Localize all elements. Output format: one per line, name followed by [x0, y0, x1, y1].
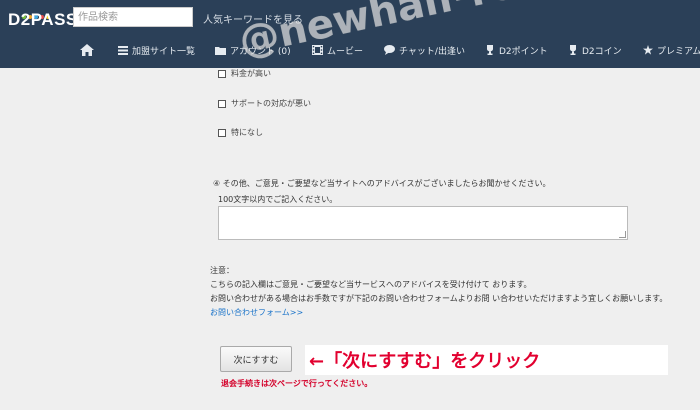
nav-sites-label: 加盟サイト一覧 — [132, 46, 196, 57]
note-line-2: お問い合わせがある場合はお手数ですが下記のお問い合わせフォームよりお問 い合わせ… — [210, 294, 668, 303]
question-4: ④ その他、ご意見・ご要望など当サイトへのアドバイスがございましたらお聞かせくだ… — [213, 179, 551, 188]
film-icon — [312, 45, 323, 55]
checkbox-none[interactable]: 特になし — [218, 127, 263, 138]
nav-movie-label: ムービー — [327, 46, 364, 57]
nav-chat-label: チャット/出逢い — [399, 46, 465, 57]
chat-icon — [384, 45, 395, 55]
nav-d2coin-label: D2コイン — [582, 46, 622, 57]
nav-account-label: アカウント (0) — [230, 46, 291, 57]
trophy-icon — [487, 45, 493, 55]
star-icon — [643, 45, 653, 55]
resize-handle-icon[interactable] — [619, 231, 626, 238]
nav-premium[interactable]: プレミアム — [643, 40, 700, 60]
checkbox-label: 料金が高い — [231, 69, 271, 78]
trophy-icon — [570, 45, 576, 55]
home-icon — [80, 44, 94, 56]
site-logo[interactable]: D2PASS — [8, 10, 78, 30]
checkbox[interactable] — [218, 99, 226, 108]
nav-account[interactable]: アカウント (0) — [215, 40, 291, 60]
checkbox-expensive[interactable]: 料金が高い — [218, 68, 271, 79]
main-nav: 加盟サイト一覧 アカウント (0) ムービー チャット/出逢い D2ポイント D… — [0, 40, 700, 60]
contact-form-link[interactable]: お問い合わせフォーム>> — [210, 307, 303, 318]
nav-movie[interactable]: ムービー — [312, 40, 363, 60]
search-input[interactable] — [73, 7, 193, 27]
nav-premium-label: プレミアム — [657, 46, 700, 57]
nav-d2coin[interactable]: D2コイン — [568, 40, 622, 60]
nav-chat[interactable]: チャット/出逢い — [384, 40, 465, 60]
annotation-callout: ←「次にすすむ」をクリック — [305, 345, 668, 375]
nav-sites[interactable]: 加盟サイト一覧 — [118, 40, 195, 60]
folder-icon — [215, 46, 226, 55]
feedback-textarea[interactable] — [218, 206, 628, 240]
checkbox-bad-support[interactable]: サポートの対応が悪い — [218, 98, 311, 109]
popular-keywords-link[interactable]: 人気キーワードを見る — [203, 11, 303, 26]
checkbox[interactable] — [218, 128, 226, 137]
checkbox-label: 特になし — [231, 128, 263, 137]
nav-home[interactable] — [80, 40, 98, 60]
top-header: D2PASS 人気キーワードを見る 加盟サイト一覧 アカウント (0) ムービー… — [0, 0, 700, 68]
question-4-hint: 100文字以内でご記入ください。 — [218, 195, 338, 204]
nav-d2point-label: D2ポイント — [499, 46, 548, 57]
list-icon — [118, 45, 128, 55]
note-title: 注意： — [210, 266, 234, 275]
checkbox[interactable] — [218, 69, 226, 78]
withdrawal-warning: 退会手続きは次ページで行ってください。 — [221, 379, 373, 388]
checkbox-label: サポートの対応が悪い — [231, 99, 311, 108]
note-line-1: こちらの記入欄はご意見・ご要望など当サービスへのアドバイスを受け付けて おります… — [210, 280, 532, 289]
next-button[interactable]: 次にすすむ — [220, 346, 292, 372]
nav-d2point[interactable]: D2ポイント — [485, 40, 548, 60]
